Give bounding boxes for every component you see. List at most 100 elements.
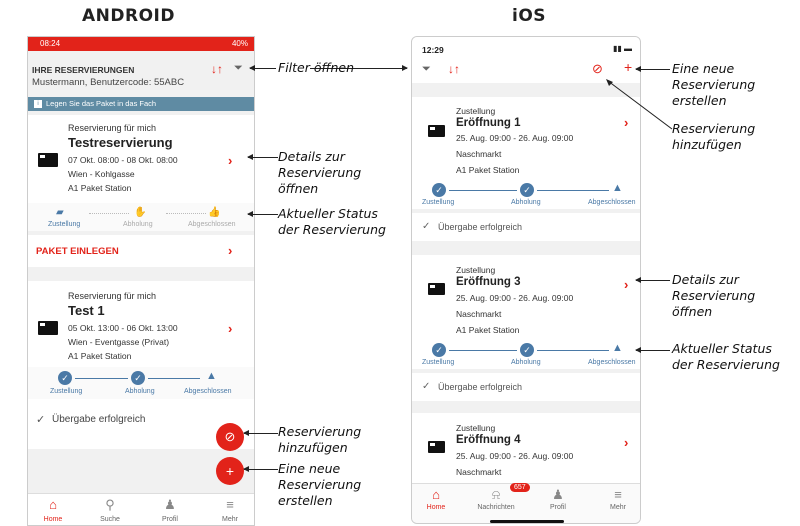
checkmark-icon: ✓ <box>422 381 431 392</box>
thumbs-up-icon: ▲ <box>206 370 217 382</box>
step-label: Abgeschlossen <box>588 359 636 366</box>
home-icon: ⌂ <box>49 497 57 512</box>
plus-icon[interactable]: + <box>624 59 632 75</box>
reservation-card[interactable]: Zustellung Eröffnung 4 25. Aug. 09:00 - … <box>412 413 640 483</box>
status-time: 08:24 <box>40 39 61 48</box>
home-indicator <box>490 520 564 523</box>
reservation-station: A1 Paket Station <box>68 183 132 193</box>
reservation-name: Test 1 <box>68 303 105 318</box>
add-reservation-fab[interactable]: ⊘ <box>216 423 244 451</box>
check-icon: ✓ <box>432 183 446 197</box>
status-time: 12:29 <box>422 45 444 55</box>
check-icon: ✓ <box>520 343 534 357</box>
user-subtitle: Mustermann, Benutzercode: 55ABC <box>32 77 185 88</box>
chevron-right-icon[interactable]: › <box>228 153 232 168</box>
reservation-kind: Reservierung für mich <box>68 123 157 133</box>
reservation-card[interactable]: Reservierung für mich Test 1 05 Okt. 13:… <box>28 281 254 367</box>
annotation-ios-status: Aktueller Status der Reservierung <box>672 341 780 372</box>
checkmark-icon: ✓ <box>36 414 46 426</box>
handover-status: ✓ Übergabe erfolgreich <box>412 373 640 401</box>
reservation-kind: Reservierung für mich <box>68 291 157 301</box>
person-icon: ♟ <box>552 487 564 502</box>
package-icon <box>428 441 445 453</box>
link-icon: ⊘ <box>224 429 236 444</box>
annotation-filter: Filter öffnen <box>278 60 355 75</box>
status-tracker: ▰ ✋ 👍 Zustellung Abholung Abgeschlossen <box>28 203 254 231</box>
menu-icon: ≡ <box>614 487 622 502</box>
annotation-ios-new: Eine neue Reservierung erstellen <box>672 61 756 108</box>
annotation-arrow <box>243 430 278 436</box>
package-icon <box>428 283 445 295</box>
reservation-kind: Zustellung <box>456 265 496 275</box>
status-tracker: ✓ ✓ ▲ Zustellung Abholung Abgeschlossen <box>412 342 640 369</box>
reservation-date: 05 Okt. 13:00 - 06 Okt. 13:00 <box>68 323 178 333</box>
annotation-arrow <box>635 347 670 353</box>
annotation-arrow <box>635 66 670 72</box>
status-tracker: ✓ ✓ ▲ Zustellung Abholung Abgeschlossen <box>28 367 254 399</box>
step-label: Zustellung <box>422 199 455 206</box>
reservation-date: 25. Aug. 09:00 - 26. Aug. 09:00 <box>456 133 574 143</box>
step-label: Abgeschlossen <box>188 221 236 228</box>
step-label: Abholung <box>511 359 541 366</box>
truck-icon: ▰ <box>56 207 64 218</box>
notification-badge: 657 <box>510 483 530 492</box>
step-label: Abholung <box>511 199 541 206</box>
menu-icon: ≡ <box>226 497 234 512</box>
annotation-ios-add: Reservierung hinzufügen <box>672 121 756 152</box>
package-icon <box>38 321 58 335</box>
handover-text: Übergabe erfolgreich <box>438 382 523 392</box>
home-icon: ⌂ <box>432 487 440 502</box>
step-label: Abholung <box>125 388 155 395</box>
chevron-right-icon[interactable]: › <box>624 277 628 292</box>
reservation-name: Eröffnung 3 <box>456 276 521 288</box>
reservation-card[interactable]: Zustellung Eröffnung 3 25. Aug. 09:00 - … <box>412 255 640 343</box>
reservation-location: Naschmarkt <box>456 149 502 159</box>
annotation-status: Aktueller Status der Reservierung <box>278 206 386 237</box>
handover-status: ✓ Übergabe erfolgreich <box>412 213 640 241</box>
paket-einlegen-button[interactable]: PAKET EINLEGEN › <box>28 235 254 267</box>
android-screen: 08:24 40% IHRE RESERVIERUNGEN Mustermann… <box>27 36 255 526</box>
status-tracker: ✓ ✓ ▲ Zustellung Abholung Abgeschlossen <box>412 182 640 209</box>
annotation-arrow <box>635 277 670 283</box>
step-label: Zustellung <box>48 221 81 228</box>
check-icon: ✓ <box>131 371 145 385</box>
reservation-station: A1 Paket Station <box>456 165 520 175</box>
annotation-details: Details zur Reservierung öffnen <box>278 149 362 196</box>
step-label: Abgeschlossen <box>588 199 636 206</box>
reservation-card[interactable]: Reservierung für mich Testreservierung 0… <box>28 115 254 203</box>
annotation-add: Reservierung hinzufügen <box>278 424 362 455</box>
package-icon <box>428 125 445 137</box>
check-icon: ✓ <box>520 183 534 197</box>
person-icon: ♟ <box>164 497 176 512</box>
bottom-nav: ⌂ Home ⍾ 657 Nachrichten ♟ Profil ≡ Mehr <box>412 483 640 523</box>
annotation-arrow <box>606 79 673 130</box>
reservation-location: Naschmarkt <box>456 309 502 319</box>
chevron-right-icon[interactable]: › <box>624 435 628 450</box>
chevron-right-icon[interactable]: › <box>228 321 232 336</box>
android-title: ANDROID <box>82 6 175 26</box>
reservation-date: 07 Okt. 08:00 - 08 Okt. 08:00 <box>68 155 178 165</box>
sort-icon[interactable]: ↓↑ <box>448 62 460 76</box>
bottom-nav: ⌂ Home ⚲ Suche ♟ Profil ≡ Mehr <box>28 493 254 525</box>
reservation-location: Wien - Kohlgasse <box>68 169 135 179</box>
annotation-arrow <box>247 154 278 160</box>
step-label: Abgeschlossen <box>184 388 232 395</box>
check-icon: ✓ <box>432 343 446 357</box>
create-reservation-fab[interactable]: + <box>216 457 244 485</box>
sort-icon[interactable]: ↓↑ <box>211 62 223 76</box>
action-label: PAKET EINLEGEN <box>36 246 119 257</box>
package-icon <box>38 153 58 167</box>
page-title: IHRE RESERVIERUNGEN <box>32 65 135 75</box>
step-label: Abholung <box>123 221 153 228</box>
battery-level: 40% <box>231 39 248 48</box>
checkmark-icon: ✓ <box>422 221 431 232</box>
reservation-kind: Zustellung <box>456 106 496 116</box>
annotation-new: Eine neue Reservierung erstellen <box>278 461 362 508</box>
filter-icon[interactable]: ⏷ <box>234 62 243 75</box>
status-bar: 08:24 40% <box>28 37 254 51</box>
reservation-location: Wien - Eventgasse (Privat) <box>68 337 170 347</box>
app-header: IHRE RESERVIERUNGEN Mustermann, Benutzer… <box>28 51 254 93</box>
filter-icon[interactable]: ⏷ <box>422 63 431 76</box>
ios-title: iOS <box>512 6 547 26</box>
reservation-date: 25. Aug. 09:00 - 26. Aug. 09:00 <box>456 451 574 461</box>
